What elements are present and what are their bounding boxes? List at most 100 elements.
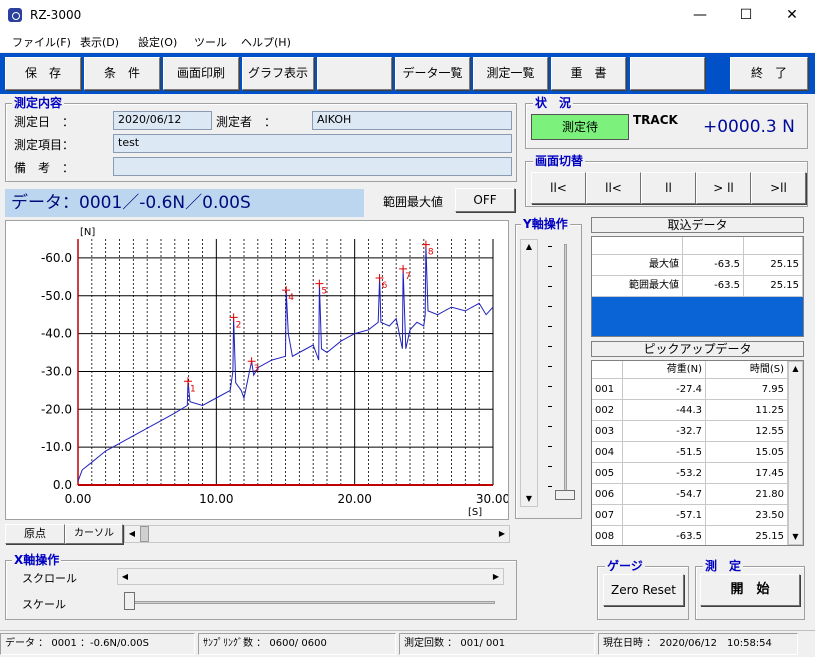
y-scroll-up-icon[interactable]: ▲ xyxy=(521,240,537,254)
pickup-row-time: 15.05 xyxy=(706,442,788,463)
pickup-row-load: -27.4 xyxy=(623,379,706,400)
peak-label: 7 xyxy=(405,272,411,282)
y-tick-label: -30.0 xyxy=(41,364,72,378)
measurement-list-button[interactable]: 測定一覧 xyxy=(473,57,548,90)
y-slider-tick xyxy=(548,306,552,307)
y-slider-tick xyxy=(548,286,552,287)
print-screen-button[interactable]: 画面印刷 xyxy=(163,57,239,90)
y-slider-tick xyxy=(548,366,552,367)
y-slider-tick xyxy=(548,266,552,267)
y-scale-slider[interactable] xyxy=(546,240,576,508)
save-button[interactable]: 保 存 xyxy=(5,57,81,90)
menu-help[interactable]: ヘルプ(H) xyxy=(241,34,291,50)
chart-scroll-thumb[interactable] xyxy=(140,526,149,542)
y-slider-track[interactable] xyxy=(564,244,567,496)
pickup-header-2: 時間(S) xyxy=(706,361,788,379)
menu-file[interactable]: ファイル(F) xyxy=(12,34,71,50)
exit-button[interactable]: 終 了 xyxy=(730,57,808,90)
pickup-row-time: 17.45 xyxy=(706,463,788,484)
y-slider-tick xyxy=(548,246,552,247)
pickup-header-0 xyxy=(592,361,623,379)
y-slider-thumb[interactable] xyxy=(555,490,575,500)
y-scroll-down-icon[interactable]: ▼ xyxy=(521,492,537,506)
menu-view[interactable]: 表示(D) xyxy=(80,34,119,50)
capture-header-cell xyxy=(683,237,744,255)
graph-display-button[interactable]: グラフ表示 xyxy=(242,57,314,90)
pickup-row-no: 004 xyxy=(592,442,623,463)
origin-button[interactable]: 原点 xyxy=(5,524,65,544)
item-field[interactable]: test xyxy=(113,134,512,153)
chart-scroll-right-icon[interactable]: ▶ xyxy=(495,526,509,542)
menu-settings[interactable]: 設定(O) xyxy=(138,34,177,50)
range-max-label: 範囲最大値 xyxy=(383,195,444,209)
status-data: データ ： 0001 ：-0.6N/0.00S xyxy=(0,633,195,655)
blank-button-1[interactable] xyxy=(317,57,392,90)
start-button[interactable]: 開 始 xyxy=(700,574,800,606)
next-frame-button[interactable]: > ll xyxy=(696,172,751,204)
range-max-toggle[interactable]: OFF xyxy=(455,188,515,212)
operator-label: 測定者 ： xyxy=(216,115,277,129)
x-scroll-right-icon[interactable]: ▶ xyxy=(489,569,503,584)
pickup-row-load: -63.5 xyxy=(623,526,706,545)
x-tick-label: 0.00 xyxy=(65,492,92,506)
last-frame-button[interactable]: >ll xyxy=(751,172,806,204)
pickup-scrollbar[interactable] xyxy=(788,361,803,545)
operator-field[interactable]: AIKOH xyxy=(312,111,512,130)
load-value: +0000.3 N xyxy=(703,117,795,137)
item-label: 測定項目： xyxy=(14,138,75,152)
y-slider-tick xyxy=(548,346,552,347)
gauge-title: ゲージ xyxy=(605,559,645,573)
y-slider-tick xyxy=(548,466,552,467)
load-time-chart: -60.0 -50.0 -40.0 -30.0 -20.0 -10.0 0.00.00 10.… xyxy=(41,227,510,518)
capture-row-time: 25.15 xyxy=(744,255,803,276)
chart-scrollbar[interactable] xyxy=(124,525,510,543)
y-axis-scrollbar[interactable] xyxy=(520,239,538,507)
blank-button-2[interactable] xyxy=(630,57,705,90)
y-tick-label: -40.0 xyxy=(41,327,72,341)
peak-label: 5 xyxy=(321,287,327,297)
capture-header-cell xyxy=(744,237,803,255)
capture-row-time: 25.15 xyxy=(744,276,803,297)
chart-area[interactable]: -60.0 -50.0 -40.0 -30.0 -20.0 -10.0 0.0 0.00 10.… xyxy=(5,220,510,520)
pause-button[interactable]: ll xyxy=(641,172,696,204)
pickup-row-no: 006 xyxy=(592,484,623,505)
y-tick-label: -10.0 xyxy=(41,440,72,454)
x-scale-track[interactable] xyxy=(130,601,495,604)
pickup-scroll-down-icon[interactable]: ▼ xyxy=(788,530,803,544)
menu-tools[interactable]: ツール xyxy=(194,34,227,50)
notes-field[interactable] xyxy=(113,157,512,176)
pickup-data-table[interactable]: 荷重(N) 時間(S) 001 -27.4 7.95 002 -44.3 11.25 003 -3… xyxy=(591,360,804,546)
status-lamp: 測定待 xyxy=(531,114,629,140)
x-scroll-bar[interactable] xyxy=(117,568,504,585)
peak-label: 8 xyxy=(428,248,434,258)
measure-title: 測 定 xyxy=(703,559,744,573)
pickup-row-load: -32.7 xyxy=(623,421,706,442)
maximize-button[interactable]: ☐ xyxy=(723,0,769,30)
capture-data-table: 最大値 -63.5 25.15 範囲最大値 -63.5 25.15 xyxy=(591,236,804,337)
prev-frame-button[interactable]: ll< xyxy=(586,172,641,204)
chart-scroll-left-icon[interactable]: ◀ xyxy=(125,526,139,542)
x-scroll-left-icon[interactable]: ◀ xyxy=(118,569,132,584)
pickup-row-time: 7.95 xyxy=(706,379,788,400)
x-tick-label: 10.00 xyxy=(199,492,233,506)
notes-label: 備 考 ： xyxy=(14,161,75,175)
conditions-button[interactable]: 条 件 xyxy=(84,57,160,90)
date-field[interactable]: 2020/06/12 xyxy=(113,111,212,130)
capture-header-cell xyxy=(592,237,683,255)
mode-label: TRACK xyxy=(633,113,678,127)
y-slider-tick xyxy=(548,386,552,387)
x-tick-label: 30.00 xyxy=(476,492,508,506)
zero-reset-button[interactable]: Zero Reset xyxy=(603,574,684,606)
pickup-scroll-up-icon[interactable]: ▲ xyxy=(788,362,803,376)
status-count: 測定回数 ： 001/ 001 xyxy=(399,633,595,655)
cursor-button[interactable]: カーソル xyxy=(65,524,123,544)
x-scale-thumb[interactable] xyxy=(124,592,135,610)
data-list-button[interactable]: データ一覧 xyxy=(395,57,470,90)
first-frame-button[interactable]: ll< xyxy=(531,172,586,204)
overlay-button[interactable]: 重 書 xyxy=(551,57,626,90)
pickup-row-load: -44.3 xyxy=(623,400,706,421)
close-button[interactable]: ✕ xyxy=(769,0,815,30)
minimize-button[interactable]: — xyxy=(677,0,723,30)
capture-row-load: -63.5 xyxy=(683,255,744,276)
y-axis-label: [N] xyxy=(80,227,95,238)
